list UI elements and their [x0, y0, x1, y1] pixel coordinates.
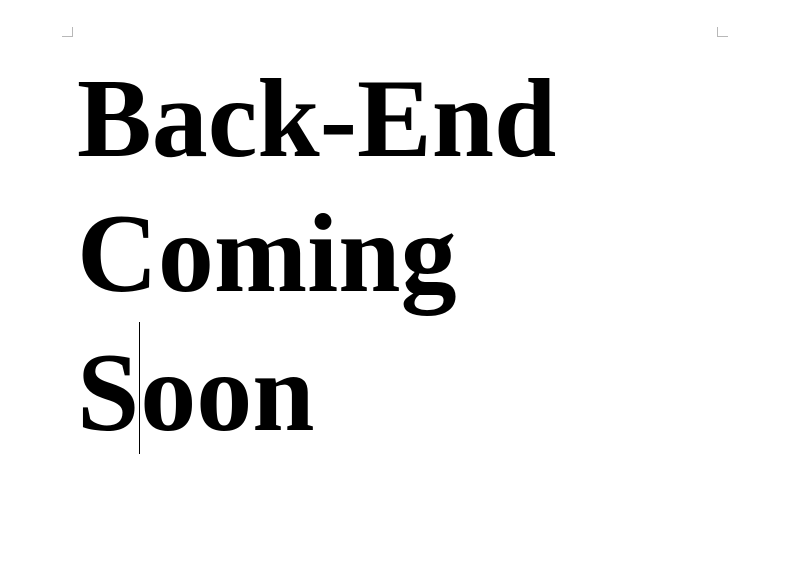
document-text-body[interactable]: Back-End Coming Soon [77, 52, 556, 457]
text-before-caret[interactable]: S [77, 331, 139, 455]
text-after-caret[interactable]: oon [140, 331, 314, 455]
text-line-1[interactable]: Back-End [77, 52, 556, 187]
document-page[interactable]: Back-End Coming Soon [0, 0, 790, 577]
text-line-2[interactable]: Coming [77, 187, 556, 322]
top-right-margin-mark [717, 27, 728, 37]
text-line-3[interactable]: Soon [77, 322, 556, 457]
top-left-margin-mark [62, 27, 73, 37]
